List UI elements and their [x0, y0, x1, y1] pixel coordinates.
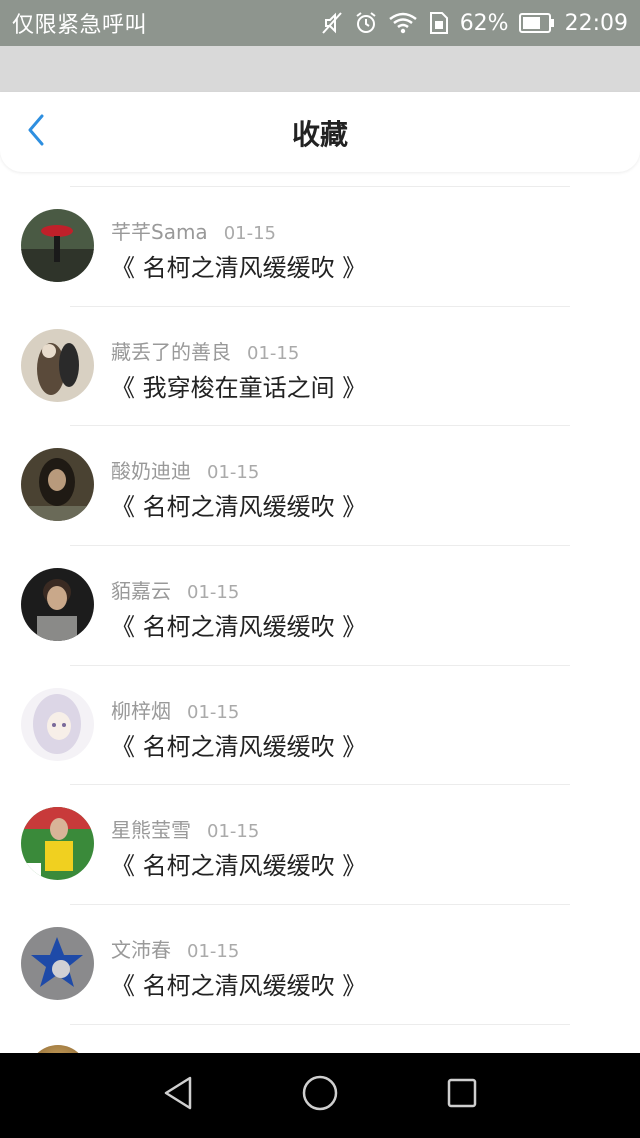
item-user[interactable]: 柳梓烟 — [111, 699, 171, 723]
list-item[interactable]: 芊芊Sama 01-15 《 名柯之清风缓缓吹 》 — [0, 186, 640, 306]
item-user[interactable]: 文沛春 — [111, 938, 171, 962]
page-title: 收藏 — [291, 118, 348, 151]
header-backdrop — [0, 46, 640, 92]
divider — [70, 186, 570, 187]
item-meta: 芊芊Sama 01-15 — [111, 216, 276, 245]
avatar — [21, 209, 94, 282]
back-triangle-icon — [162, 1075, 194, 1115]
item-title[interactable]: 《 名柯之清风缓缓吹 》 — [111, 607, 366, 642]
nav-recents-button[interactable] — [442, 1075, 482, 1115]
clock-time: 22:09 — [564, 10, 628, 36]
item-title[interactable]: 《 名柯之清风缓缓吹 》 — [111, 846, 366, 881]
avatar — [21, 687, 94, 761]
list-item[interactable] — [0, 1023, 640, 1054]
item-date: 01-15 — [247, 342, 300, 364]
avatar — [21, 927, 94, 1001]
divider — [70, 664, 570, 666]
home-circle-icon — [301, 1074, 339, 1116]
avatar — [21, 568, 94, 642]
battery-icon — [518, 12, 555, 34]
item-user[interactable]: 酸奶迪迪 — [111, 459, 191, 483]
avatar — [21, 328, 94, 402]
battery-percent: 62% — [459, 10, 509, 36]
item-meta: 貊嘉云 01-15 — [111, 575, 239, 604]
item-date: 01-15 — [223, 223, 277, 244]
divider — [70, 545, 570, 547]
list-item[interactable]: 貊嘉云 01-15 《 名柯之清风缓缓吹 》 — [0, 545, 640, 665]
item-title[interactable]: 《 名柯之清风缓缓吹 》 — [111, 487, 366, 522]
list-item[interactable]: 文沛春 01-15 《 名柯之清风缓缓吹 》 — [0, 904, 640, 1024]
item-title[interactable]: 《 我穿梭在童话之间 》 — [111, 368, 366, 403]
item-date: 01-15 — [207, 462, 260, 484]
item-meta: 藏丢了的善良 01-15 — [111, 336, 299, 365]
avatar — [21, 448, 94, 522]
item-date: 01-15 — [207, 821, 260, 843]
item-meta: 文沛春 01-15 — [111, 934, 239, 963]
favorites-list: 芊芊Sama 01-15 《 名柯之清风缓缓吹 》 藏丢了的善良 01-15 《 我… — [0, 186, 640, 1054]
system-nav-bar — [0, 1053, 640, 1138]
item-date: 01-15 — [187, 701, 240, 723]
nav-back-button[interactable] — [158, 1075, 198, 1115]
item-meta: 柳梓烟 01-15 — [111, 695, 239, 724]
item-date: 01-15 — [187, 582, 240, 604]
wifi-icon — [388, 11, 418, 35]
back-button[interactable] — [18, 112, 54, 152]
item-user[interactable]: 藏丢了的善良 — [111, 340, 231, 364]
mute-icon — [320, 10, 344, 36]
item-user[interactable]: 芊芊Sama — [111, 220, 208, 244]
app-header: 收藏 — [0, 92, 640, 172]
list-item[interactable]: 星熊莹雪 01-15 《 名柯之清风缓缓吹 》 — [0, 784, 640, 904]
recents-square-icon — [445, 1076, 479, 1114]
chevron-left-icon — [26, 113, 46, 151]
status-bar: 仅限紧急呼叫 62% 22:09 — [0, 0, 640, 46]
item-user[interactable]: 貊嘉云 — [111, 579, 171, 603]
divider — [70, 1023, 570, 1025]
item-user[interactable]: 星熊莹雪 — [111, 818, 191, 842]
item-title[interactable]: 《 名柯之清风缓缓吹 》 — [111, 727, 366, 762]
carrier-text: 仅限紧急呼叫 — [12, 13, 148, 38]
divider — [70, 784, 570, 786]
item-meta: 酸奶迪迪 01-15 — [111, 455, 259, 484]
divider — [70, 904, 570, 906]
list-item[interactable]: 酸奶迪迪 01-15 《 名柯之清风缓缓吹 》 — [0, 425, 640, 545]
alarm-icon — [354, 10, 378, 36]
divider — [70, 305, 570, 307]
divider — [70, 425, 570, 427]
item-title[interactable]: 《 名柯之清风缓缓吹 》 — [111, 248, 366, 283]
avatar — [21, 807, 94, 881]
item-date: 01-15 — [187, 941, 240, 963]
item-meta: 星熊莹雪 01-15 — [111, 814, 259, 843]
sim-icon — [428, 11, 450, 35]
list-item[interactable]: 柳梓烟 01-15 《 名柯之清风缓缓吹 》 — [0, 664, 640, 785]
status-icons: 62% 22:09 — [320, 10, 628, 36]
nav-home-button[interactable] — [300, 1075, 340, 1115]
list-item[interactable]: 藏丢了的善良 01-15 《 我穿梭在童话之间 》 — [0, 305, 640, 426]
item-title[interactable]: 《 名柯之清风缓缓吹 》 — [111, 966, 366, 1001]
